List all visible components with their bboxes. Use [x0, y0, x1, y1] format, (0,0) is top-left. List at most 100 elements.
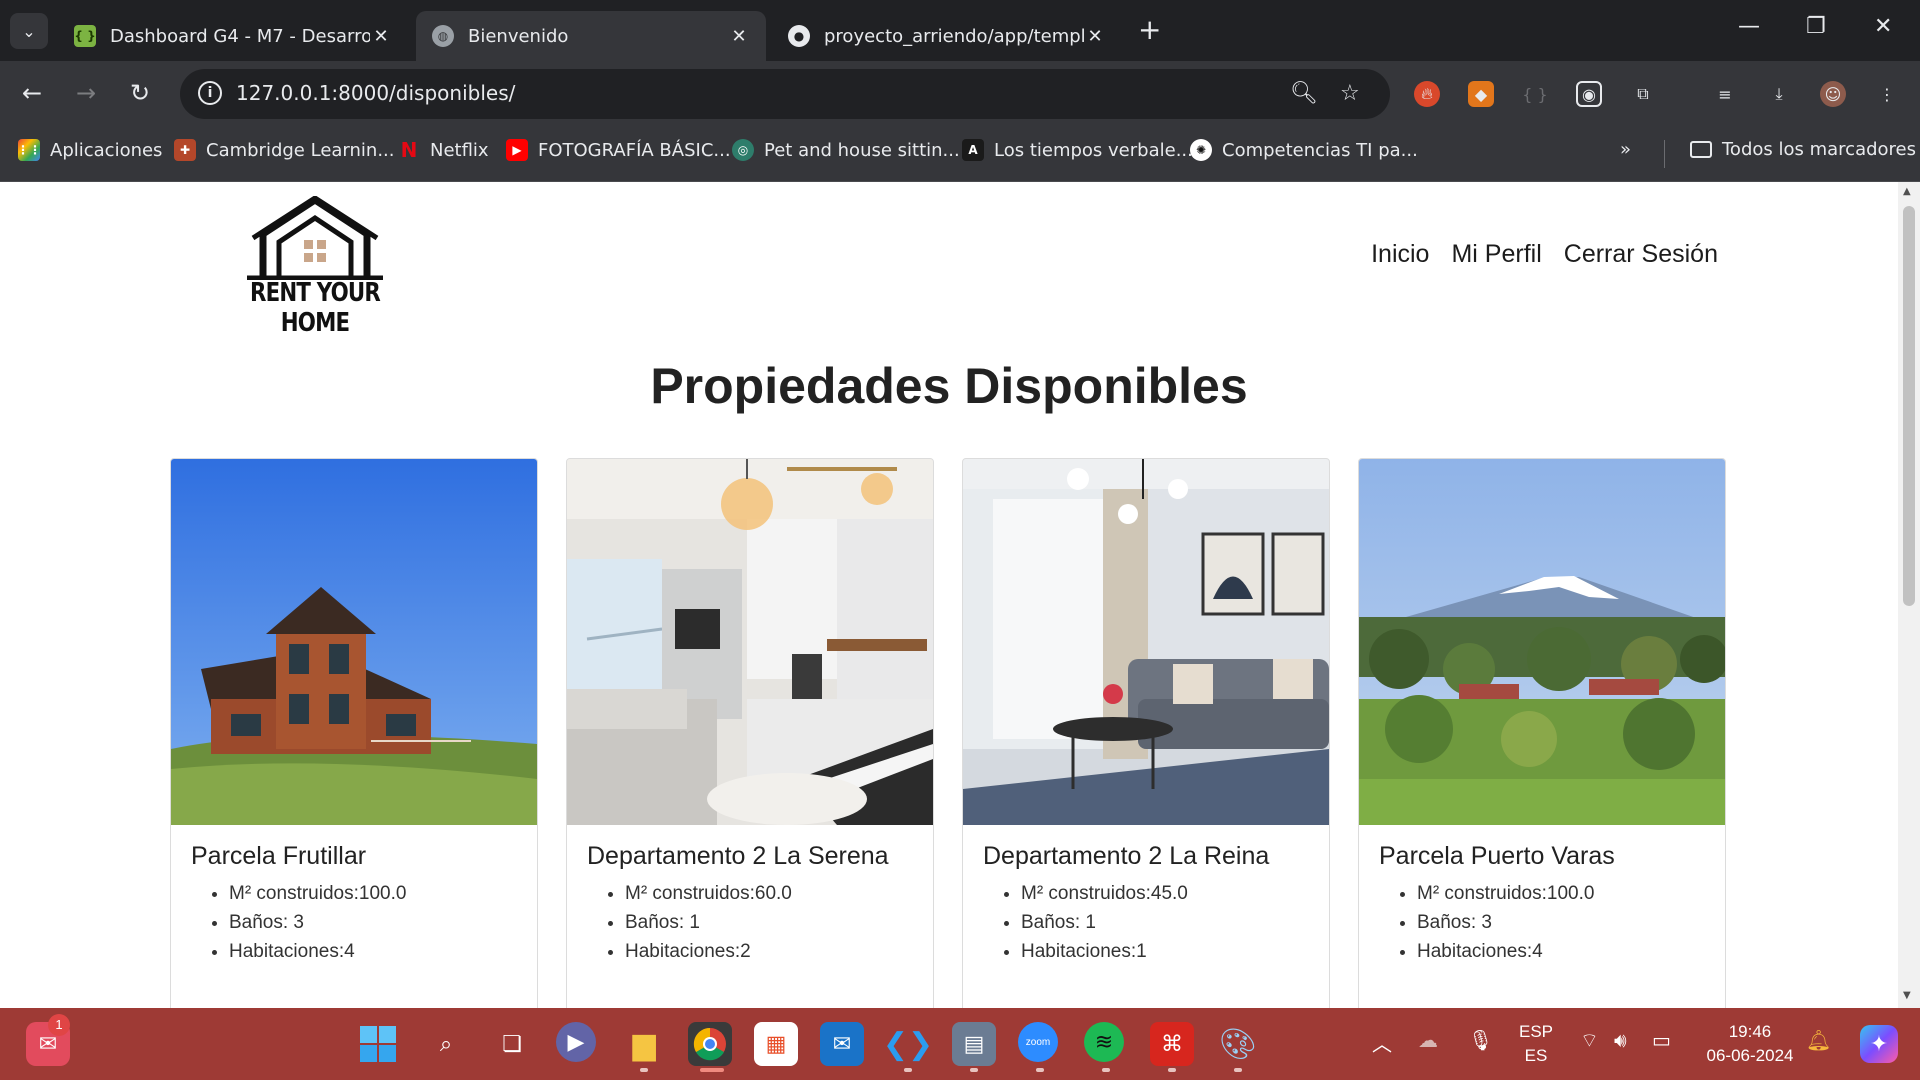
bookmark-tiempos-verbales[interactable]: A Los tiempos verbale... [962, 139, 1193, 161]
bookmark-fotografia[interactable]: ▶ FOTOGRAFÍA BÁSIC... [506, 139, 731, 161]
browser-toolbar: ← → ↻ i 127.0.0.1:8000/disponibles/ 🔍︎ ☆… [0, 61, 1920, 127]
scroll-down-icon[interactable]: ▼ [1903, 990, 1911, 1001]
close-window-button[interactable]: ✕ [1874, 14, 1892, 39]
site-info-icon[interactable]: i [198, 81, 222, 105]
clock-time[interactable]: 19:46 [1700, 1022, 1800, 1042]
onedrive-icon[interactable]: ☁ [1418, 1028, 1438, 1052]
language-top[interactable]: ESP [1516, 1022, 1556, 1042]
scrollbar-thumb[interactable] [1903, 206, 1915, 606]
notification-bell-icon[interactable]: 🔔︎ [1806, 1028, 1831, 1052]
property-details: M² construidos:45.0 Baños: 1 Habitacione… [1021, 879, 1309, 966]
property-photo[interactable] [1359, 459, 1725, 825]
calculator-icon[interactable]: ▤ [952, 1022, 996, 1066]
extensions-puzzle-icon[interactable]: ⧉ [1630, 81, 1656, 107]
chevron-up-icon[interactable]: ︿ [1372, 1028, 1392, 1057]
property-photo[interactable] [963, 459, 1329, 825]
document-icon: { } [74, 25, 96, 47]
all-bookmarks-button[interactable]: Todos los marcadores [1690, 139, 1916, 160]
spotify-icon[interactable]: ≋ [1084, 1022, 1124, 1062]
metamask-icon[interactable]: ◆ [1468, 81, 1494, 107]
card-body: Parcela Puerto Varas M² construidos:100.… [1359, 825, 1725, 982]
acrobat-icon[interactable]: ⌘ [1150, 1022, 1194, 1066]
active-indicator [700, 1068, 724, 1072]
property-photo[interactable] [171, 459, 537, 825]
download-icon[interactable]: ⤓ [1766, 81, 1792, 107]
language-bottom[interactable]: ES [1516, 1046, 1556, 1066]
page-scrollbar[interactable]: ▲ ▼ [1898, 182, 1920, 1008]
bookmark-competencias[interactable]: ✺ Competencias TI pa... [1190, 139, 1418, 161]
reading-list-icon[interactable]: ≡ [1712, 81, 1738, 107]
bookmark-aplicaciones[interactable]: ⋮⋮ Aplicaciones [17, 139, 163, 161]
bookmark-cambridge[interactable]: ✚ Cambridge Learnin... [174, 139, 395, 161]
site-logo[interactable]: RENT YOUR HOME [225, 195, 405, 338]
clock-date[interactable]: 06-06-2024 [1700, 1046, 1800, 1066]
tab-github[interactable]: ● proyecto_arriendo/app/templat ✕ [772, 11, 1122, 61]
bookmark-pet-sitting[interactable]: ◎ Pet and house sittin... [732, 139, 960, 161]
nav-link-cerrar-sesion[interactable]: Cerrar Sesión [1564, 240, 1718, 269]
property-photo[interactable] [567, 459, 933, 825]
task-view-icon[interactable]: ❏ [490, 1022, 534, 1066]
zoom-icon[interactable]: 🔍︎ [1290, 81, 1318, 106]
mail-icon[interactable]: ✉ [820, 1022, 864, 1066]
main-nav: Inicio Mi Perfil Cerrar Sesión [1371, 240, 1718, 269]
folder-icon [1690, 141, 1712, 158]
property-card[interactable]: Parcela Frutillar M² construidos:100.0 B… [170, 458, 538, 1008]
copilot-icon[interactable]: ✦ [1860, 1025, 1898, 1063]
property-title: Parcela Frutillar [191, 842, 367, 870]
fire-extension-icon[interactable]: 🔥︎ [1414, 81, 1440, 107]
url-text[interactable]: 127.0.0.1:8000/disponibles/ [236, 81, 515, 105]
property-title: Parcela Puerto Varas [1379, 842, 1615, 870]
zoom-app-icon[interactable]: zoom [1018, 1022, 1058, 1062]
wifi-icon[interactable]: ⌔ [1580, 1028, 1599, 1053]
tab-dashboard[interactable]: { } Dashboard G4 - M7 - Desarrollo ✕ [58, 11, 408, 61]
close-icon[interactable]: ✕ [728, 26, 750, 47]
windows-logo-icon [360, 1026, 396, 1062]
property-title: Departamento 2 La Serena [587, 842, 889, 870]
forward-button[interactable]: → [70, 79, 102, 107]
github-icon: ● [788, 25, 810, 47]
property-card[interactable]: Departamento 2 La Reina M² construidos:4… [962, 458, 1330, 1008]
bookmark-label: Aplicaciones [50, 139, 163, 161]
vscode-icon[interactable]: ❮❯ [883, 1022, 933, 1066]
house-photo-image [171, 459, 537, 825]
back-button[interactable]: ← [16, 79, 48, 107]
address-bar[interactable]: i 127.0.0.1:8000/disponibles/ 🔍︎ ☆ [180, 69, 1390, 119]
json-extension-icon[interactable]: { } [1522, 81, 1548, 107]
start-windows-icon[interactable] [356, 1022, 400, 1066]
nav-link-mi-perfil[interactable]: Mi Perfil [1451, 240, 1541, 269]
bookmark-netflix[interactable]: N Netflix [398, 138, 489, 162]
more-bookmarks-button[interactable]: » [1620, 139, 1631, 160]
screen-capture-icon[interactable]: ◉ [1576, 81, 1602, 107]
close-icon[interactable]: ✕ [370, 26, 392, 47]
running-indicator [970, 1068, 978, 1072]
new-tab-button[interactable]: + [1138, 14, 1161, 46]
minimize-button[interactable]: — [1738, 14, 1760, 39]
paint-icon[interactable]: 🎨︎ [1216, 1022, 1260, 1066]
property-habitaciones: Habitaciones:2 [625, 937, 913, 966]
battery-icon[interactable]: ▭ [1652, 1028, 1671, 1052]
bookmark-star-icon[interactable]: ☆ [1340, 81, 1360, 106]
property-m2: M² construidos:45.0 [1021, 879, 1309, 908]
microsoft-store-icon[interactable]: ▦ [754, 1022, 798, 1066]
chrome-icon[interactable] [688, 1022, 732, 1066]
menu-kebab-icon[interactable]: ⋮ [1874, 81, 1900, 107]
nav-link-inicio[interactable]: Inicio [1371, 240, 1429, 269]
tab-title: Bienvenido [468, 25, 569, 47]
volume-icon[interactable]: 🔊︎ [1614, 1028, 1627, 1052]
property-card[interactable]: Departamento 2 La Serena M² construidos:… [566, 458, 934, 1008]
close-icon[interactable]: ✕ [1084, 26, 1106, 47]
restore-button[interactable]: ❐ [1806, 14, 1826, 39]
property-m2: M² construidos:60.0 [625, 879, 913, 908]
microphone-icon[interactable]: 🎙︎ [1468, 1028, 1493, 1052]
teams-icon[interactable]: ▶ [556, 1022, 596, 1062]
running-indicator [1234, 1068, 1242, 1072]
scroll-up-icon[interactable]: ▲ [1903, 186, 1911, 197]
property-card[interactable]: Parcela Puerto Varas M² construidos:100.… [1358, 458, 1726, 1008]
tab-bienvenido[interactable]: ◍ Bienvenido ✕ [416, 11, 766, 61]
reload-button[interactable]: ↻ [124, 79, 156, 107]
avatar[interactable]: ☺ [1820, 81, 1846, 107]
chevron-double-right-icon: » [1620, 139, 1632, 160]
file-explorer-icon[interactable]: ▆ [622, 1022, 666, 1066]
tab-search-button[interactable]: ⌄ [10, 13, 48, 49]
search-icon[interactable]: ⌕ [424, 1022, 468, 1066]
